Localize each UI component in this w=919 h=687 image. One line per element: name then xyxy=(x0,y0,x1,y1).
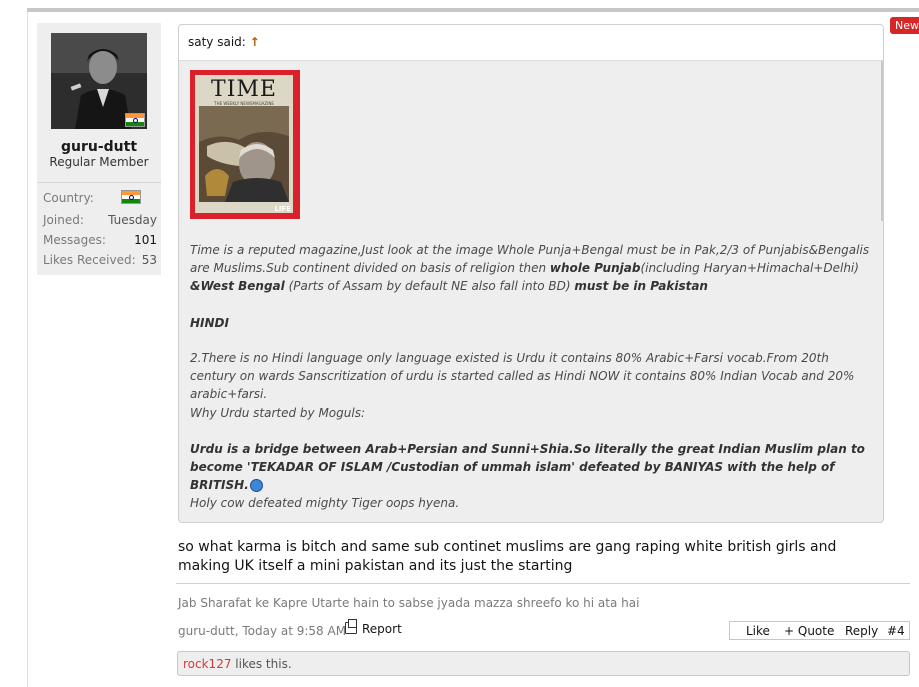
quote-block: saty said: ↑ TIME THE WEEKLY NEWSMAGAZIN… xyxy=(178,24,884,523)
user-country: Country: xyxy=(43,190,157,205)
joined-value: Tuesday xyxy=(108,213,157,227)
country-flag-icon xyxy=(121,190,141,204)
reply-button[interactable]: Reply xyxy=(845,624,878,638)
likes-summary: rock127 likes this. xyxy=(177,651,910,676)
messages-value[interactable]: 101 xyxy=(134,233,157,247)
report-label: Report xyxy=(362,622,402,636)
quote-jump-arrow-icon[interactable]: ↑ xyxy=(250,35,260,49)
likes-label: Likes Received: xyxy=(43,253,136,267)
quote-paragraph-4: Why Urdu started by Moguls: xyxy=(190,406,365,420)
user-panel: guru-dutt Regular Member Country: Joined… xyxy=(37,23,161,275)
country-label: Country: xyxy=(43,191,94,205)
user-joined: Joined: Tuesday xyxy=(43,213,157,227)
cover-logo: TIME xyxy=(211,77,277,102)
signature-divider xyxy=(176,583,910,584)
country-flag-icon xyxy=(125,113,145,127)
user-extra-divider xyxy=(37,182,161,183)
top-divider xyxy=(27,8,919,12)
post-meta[interactable]: guru-dutt, Today at 9:58 AM xyxy=(178,624,346,638)
report-icon xyxy=(345,619,357,634)
username[interactable]: guru-dutt xyxy=(37,139,161,155)
quote-scrollbar[interactable] xyxy=(881,61,883,221)
user-likes: Likes Received: 53 xyxy=(43,253,157,267)
avatar[interactable] xyxy=(51,33,147,129)
like-button[interactable]: Like xyxy=(746,624,770,638)
quote-header: saty said: ↑ xyxy=(179,25,883,61)
quote-paragraph-1: Time is a reputed magazine,Just look at … xyxy=(190,243,870,293)
smiley-icon xyxy=(249,479,263,492)
cover-corner-label: LIFE xyxy=(274,205,291,213)
signature: Jab Sharafat ke Kapre Utarte hain to sab… xyxy=(178,596,640,610)
post-number-link[interactable]: #4 xyxy=(887,624,905,638)
joined-label: Joined: xyxy=(43,213,84,227)
quote-paragraph-3: 2.There is no Hindi language only langua… xyxy=(190,351,855,401)
likes-value: 53 xyxy=(141,253,157,267)
post-actions: Like + Quote Reply #4 xyxy=(729,621,910,640)
quote-button[interactable]: + Quote xyxy=(784,624,834,638)
left-border xyxy=(27,12,28,687)
time-cover-image[interactable]: TIME THE WEEKLY NEWSMAGAZINE LIFE xyxy=(190,70,300,219)
quote-author-text: saty said: xyxy=(188,35,246,49)
quote-paragraph-6: Holy cow defeated mighty Tiger oops hyen… xyxy=(190,496,460,510)
cover-portrait xyxy=(199,106,289,202)
quote-paragraph-5: Urdu is a bridge between Arab+Persian an… xyxy=(190,442,865,492)
likes-text: likes this. xyxy=(231,657,292,671)
quote-author: saty said: ↑ xyxy=(188,35,260,49)
user-messages: Messages: 101 xyxy=(43,233,157,247)
post-message: so what karma is bitch and same sub cont… xyxy=(178,539,837,574)
user-title: Regular Member xyxy=(49,155,149,169)
report-button[interactable]: Report xyxy=(345,619,402,636)
messages-label: Messages: xyxy=(43,233,106,247)
liker-link[interactable]: rock127 xyxy=(183,657,231,671)
quote-paragraph-2: HINDI xyxy=(190,316,229,330)
new-badge: New xyxy=(890,17,919,34)
